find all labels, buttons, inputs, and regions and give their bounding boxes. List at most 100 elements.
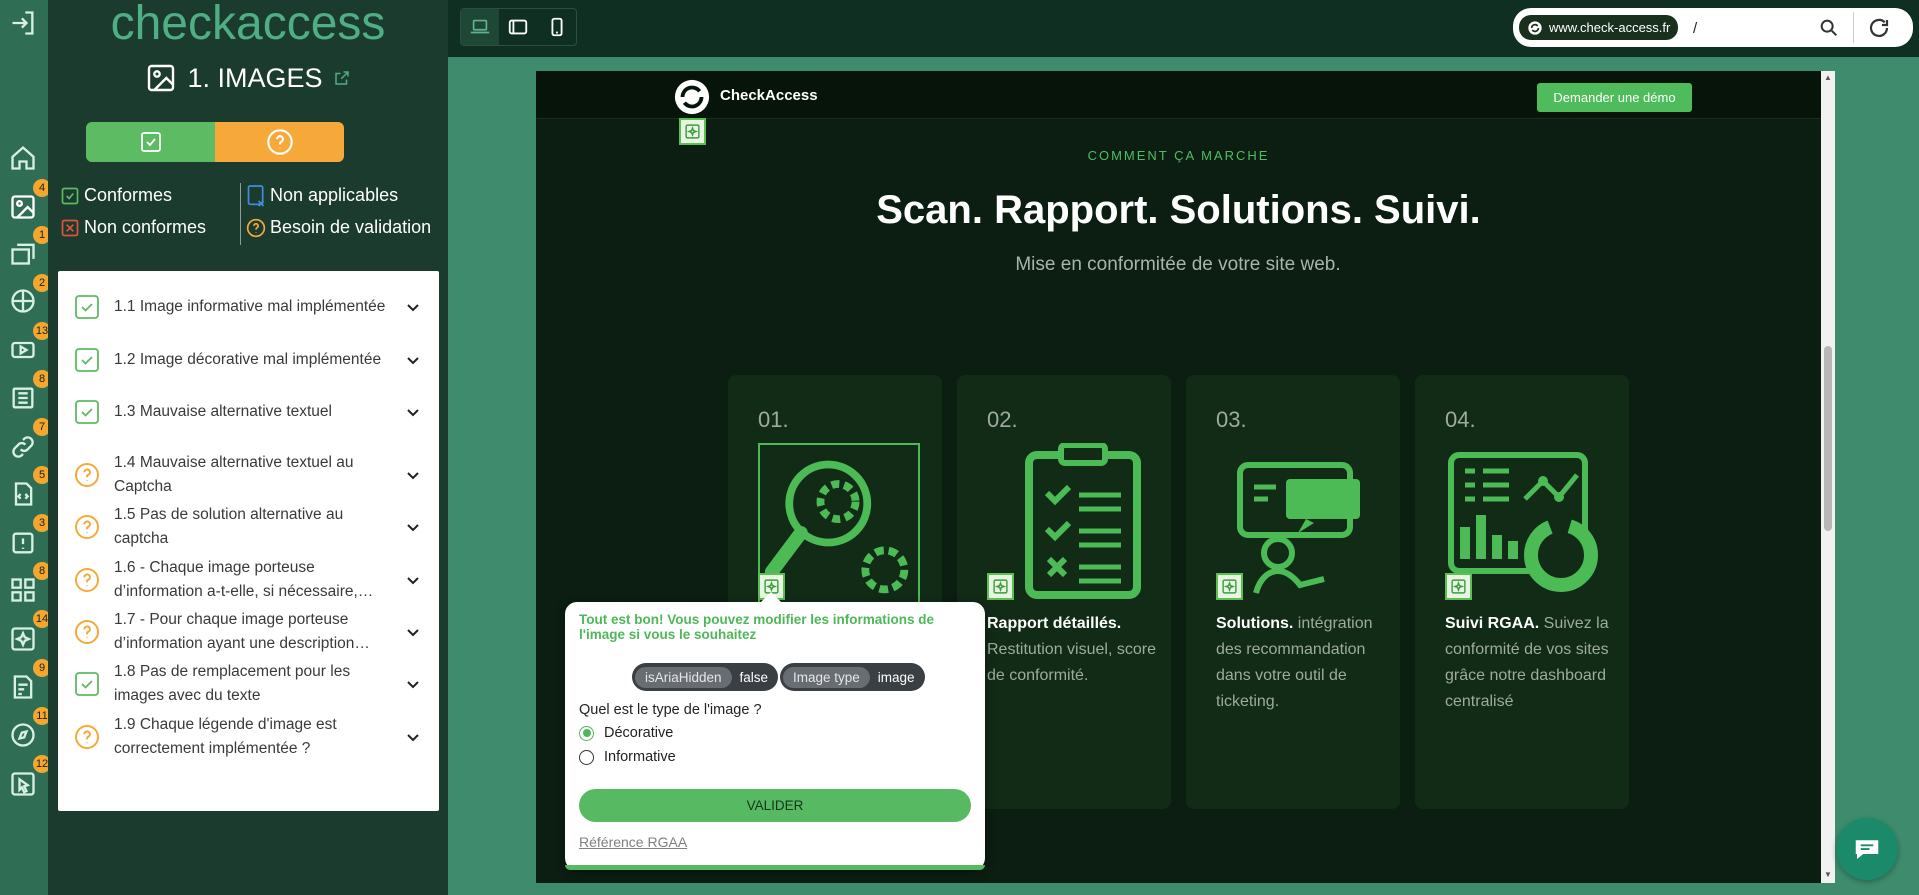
criterion-title: 1. IMAGES: [187, 62, 323, 93]
url-host-chip[interactable]: www.check-access.fr: [1519, 15, 1679, 40]
criteria-panel: checkaccess 1. IMAGES Conformes Non conf…: [48, 0, 448, 895]
section-kicker: COMMENT ÇA MARCHE: [1087, 148, 1270, 163]
chevron-down-icon[interactable]: [405, 676, 421, 692]
check-box-icon: [75, 400, 99, 424]
url-host: www.check-access.fr: [1549, 20, 1671, 35]
radio-decorative[interactable]: Décorative: [579, 725, 673, 741]
criterion-label: 1.4 Mauvaise alternative textuel au Capt…: [114, 454, 354, 495]
criterion-row[interactable]: 1.9 Chaque légende d'image est correctem…: [58, 713, 439, 761]
logout-icon[interactable]: [6, 6, 40, 40]
scripts-icon[interactable]: [6, 477, 40, 511]
links-icon[interactable]: [6, 430, 40, 464]
radio-dot[interactable]: [579, 749, 594, 765]
scroll-down-arrow[interactable]: ▼: [1824, 871, 1832, 879]
question-circle-icon: [246, 218, 266, 238]
radio-dot[interactable]: [579, 725, 594, 741]
consultation-icon[interactable]: [6, 767, 40, 801]
filter-validation-button[interactable]: [215, 122, 344, 162]
chevron-down-icon[interactable]: [405, 467, 421, 483]
image-audit-marker[interactable]: [679, 118, 706, 145]
validate-button[interactable]: VALIDER: [579, 789, 971, 822]
criterion-row[interactable]: 1.4 Mauvaise alternative textuel au Capt…: [58, 451, 439, 499]
rgaa-reference-link[interactable]: Référence RGAA: [579, 834, 687, 850]
chip-key: Image type: [783, 666, 870, 688]
check-box-icon: [75, 295, 99, 319]
chat-button[interactable]: [1836, 818, 1898, 880]
site-name: CheckAccess: [720, 87, 818, 104]
card-text: Restitution visuel, score de conformité.: [987, 641, 1156, 684]
criterion-row[interactable]: 1.3 Mauvaise alternative textuel: [58, 398, 439, 426]
presentation-icon[interactable]: [6, 622, 40, 656]
check-box-icon: [75, 672, 99, 696]
criterion-row[interactable]: 1.1 Image informative mal implémentée: [58, 293, 439, 321]
question-circle-icon: [75, 620, 99, 644]
chevron-down-icon[interactable]: [405, 519, 421, 535]
criterion-row[interactable]: 1.5 Pas de solution alternative au captc…: [58, 503, 439, 551]
preview-scrollbar[interactable]: ▲ ▼: [1821, 71, 1835, 883]
feature-card-tracking: 04. Suivi RGAA. Suivez la conformité de …: [1415, 375, 1629, 809]
legend-label: Non applicables: [270, 185, 399, 205]
criterion-row[interactable]: 1.7 - Pour chaque image porteuse d’infor…: [58, 608, 439, 656]
desktop-view-button[interactable]: [461, 9, 500, 45]
popover-bottom-bar: [565, 865, 985, 870]
legend-conformes: Conformes: [60, 185, 172, 206]
chevron-down-icon[interactable]: [405, 352, 421, 368]
criterion-row[interactable]: 1.2 Image décorative mal implémentée: [58, 346, 439, 374]
chevron-down-icon[interactable]: [405, 299, 421, 315]
search-icon[interactable]: [1818, 17, 1840, 39]
brand-name: checkaccess: [110, 0, 386, 50]
legend-label: Conformes: [84, 185, 173, 205]
image-audit-marker[interactable]: [1445, 573, 1472, 600]
criterion-label: 1.9 Chaque légende d'image est correctem…: [114, 716, 337, 757]
demo-button[interactable]: Demander une démo: [1537, 83, 1692, 112]
question-circle-icon: [75, 463, 99, 487]
radio-informative[interactable]: Informative: [579, 749, 676, 765]
cross-box-icon: [60, 218, 80, 238]
tables-icon[interactable]: [6, 381, 40, 415]
image-audit-marker[interactable]: [1216, 573, 1243, 600]
forms-icon[interactable]: [6, 670, 40, 704]
criterion-label: 1.6 - Chaque image porteuse d’informatio…: [114, 559, 374, 600]
images-category-icon[interactable]: [6, 190, 40, 224]
navigation-icon[interactable]: [6, 718, 40, 752]
image-audit-marker[interactable]: [987, 573, 1014, 600]
phone-icon: [551, 17, 563, 37]
filter-conformes-button[interactable]: [86, 122, 215, 162]
legend-non-conformes: Non conformes: [60, 217, 206, 238]
url-path-input[interactable]: [1693, 17, 1803, 39]
card-bold: Rapport détaillés.: [987, 615, 1122, 632]
feature-card-report: 02. Rapport détaillés. Restitution visue…: [957, 375, 1171, 809]
card-number: 01.: [758, 407, 789, 432]
external-link-icon[interactable]: [333, 69, 351, 87]
site-navbar: CheckAccess Demander une démo: [536, 71, 1821, 119]
scroll-up-arrow[interactable]: ▲: [1824, 74, 1832, 82]
reload-icon[interactable]: [1867, 16, 1891, 40]
chevron-down-icon[interactable]: [405, 572, 421, 588]
chip-value: image: [877, 669, 915, 685]
card-bold: Suivi RGAA.: [1445, 615, 1540, 632]
card-number: 02.: [987, 407, 1018, 432]
card-number: 03.: [1216, 407, 1247, 432]
home-icon[interactable]: [6, 141, 40, 175]
chevron-down-icon[interactable]: [405, 729, 421, 745]
card-bold: Solutions.: [1216, 615, 1294, 632]
multimedia-icon[interactable]: [6, 333, 40, 367]
criterion-label: 1.7 - Pour chaque image porteuse d’infor…: [114, 611, 370, 652]
mobile-view-button[interactable]: [538, 9, 576, 45]
scrollbar-thumb[interactable]: [1824, 346, 1832, 531]
card-number: 04.: [1445, 407, 1476, 432]
mandatory-elements-icon[interactable]: [6, 526, 40, 560]
tablet-view-button[interactable]: [499, 9, 537, 45]
sparkle-image-icon: [685, 124, 700, 139]
url-bar: www.check-access.fr: [1513, 8, 1913, 47]
criterion-row[interactable]: 1.8 Pas de remplacement pour les images …: [58, 660, 439, 708]
chevron-down-icon[interactable]: [405, 404, 421, 420]
radio-label: Décorative: [604, 725, 674, 741]
check-box-icon: [60, 186, 80, 206]
criterion-label: 1.2 Image décorative mal implémentée: [114, 351, 382, 368]
chevron-down-icon[interactable]: [405, 624, 421, 640]
not-applicable-icon: [246, 184, 266, 207]
sparkle-image-icon: [993, 579, 1008, 594]
structure-icon[interactable]: [6, 573, 40, 607]
criterion-row[interactable]: 1.6 - Chaque image porteuse d’informatio…: [58, 556, 439, 604]
